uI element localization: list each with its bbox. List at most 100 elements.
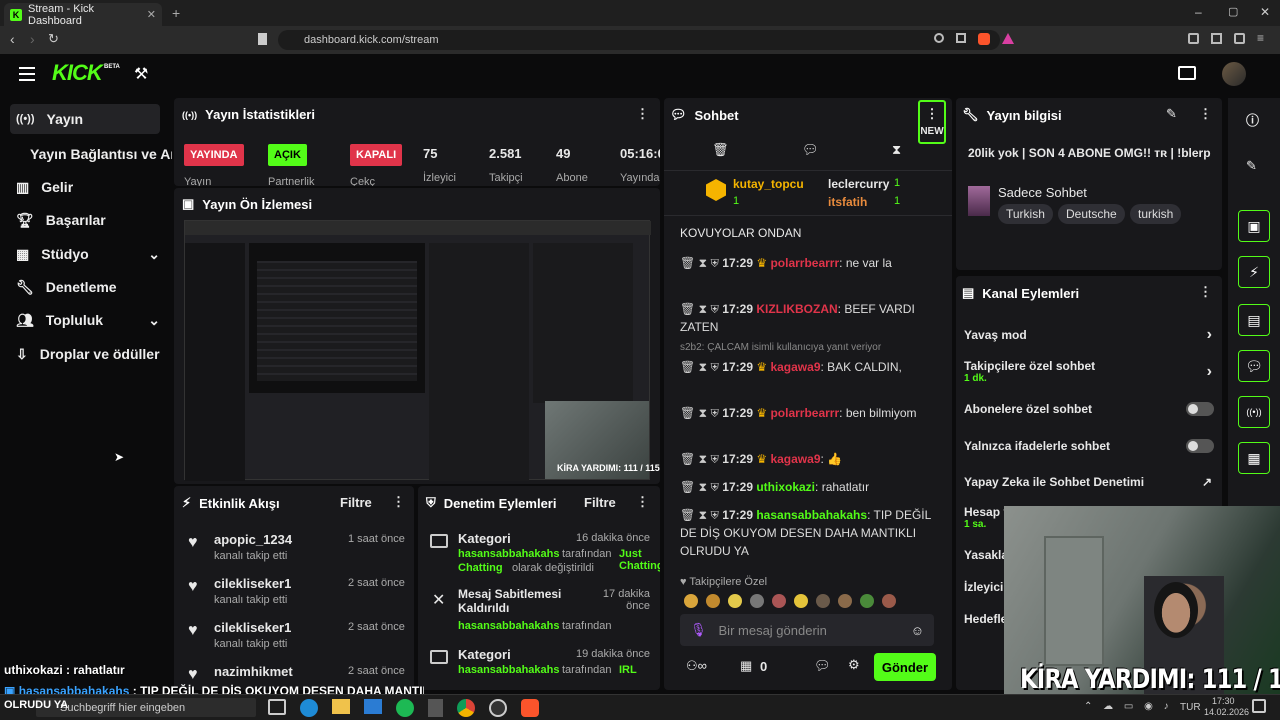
tag[interactable]: Deutsche — [1058, 204, 1125, 224]
more-icon[interactable]: ⋮ — [392, 494, 405, 510]
new-tab-button[interactable]: + — [172, 5, 180, 21]
spotify-icon[interactable] — [396, 699, 414, 717]
avatar[interactable] — [1222, 62, 1246, 86]
sidebar-toggle-icon[interactable] — [1210, 33, 1222, 44]
chat-bubble-icon[interactable]: 💬︎ — [802, 142, 819, 158]
notes-button[interactable]: ▤ — [1238, 304, 1270, 336]
send-button[interactable]: Gönder — [874, 653, 936, 681]
sidebar-item-topluluk[interactable]: 👥︎ Topluluk ⌄ — [10, 305, 160, 335]
language-indicator[interactable]: TUR — [1180, 702, 1201, 713]
tray-icons[interactable]: ⌃ ☁ ▭ ◉ ♪ — [1084, 701, 1173, 712]
clock-time[interactable]: 17:30 — [1212, 696, 1235, 706]
action-ban[interactable]: Yasakla — [964, 548, 1008, 562]
clock-date[interactable]: 14.02.2026 — [1204, 707, 1249, 717]
chat-settings-icon[interactable]: 💬︎ — [814, 658, 831, 674]
kick-logo[interactable]: KICK — [52, 60, 103, 86]
edge-icon[interactable] — [300, 699, 318, 717]
window-close-button[interactable]: ✕ — [1260, 5, 1270, 19]
sidebar-item-droplar[interactable]: ⇩ Droplar ve ödüller — [10, 339, 170, 369]
chat-button[interactable]: 💬︎ — [1238, 350, 1270, 382]
more-icon[interactable]: ⋮ — [636, 494, 649, 510]
task-view-icon[interactable] — [268, 699, 286, 715]
zoom-icon[interactable] — [933, 33, 944, 43]
emoji-icon[interactable]: ☺ — [911, 623, 924, 638]
emote-icon[interactable] — [838, 594, 852, 608]
action-followers-only[interactable]: Takipçilere özel sohbet › 1 dk. — [964, 359, 1214, 384]
gear-icon[interactable]: ⚙ — [848, 657, 860, 673]
calculator-icon[interactable] — [428, 699, 443, 717]
mod-tools-icon[interactable]: 🗑︎ ⧗ ⛨ — [680, 256, 722, 270]
extensions-icon[interactable] — [1187, 33, 1199, 44]
mail-icon[interactable] — [364, 699, 382, 714]
back-icon[interactable]: ‹ — [10, 31, 15, 47]
url-bar[interactable]: dashboard.kick.com/stream — [278, 30, 1000, 50]
microphone-icon[interactable]: 🎙︎ — [690, 622, 707, 638]
window-maximize-button[interactable]: ▢ — [1228, 5, 1238, 18]
hourglass-icon[interactable]: ⧗ — [892, 142, 901, 158]
emote-icon[interactable] — [772, 594, 786, 608]
notification-icon[interactable] — [1252, 699, 1266, 713]
emote-icon[interactable] — [816, 594, 830, 608]
emote-icon[interactable] — [882, 594, 896, 608]
camera-button[interactable]: ▣ — [1238, 210, 1270, 242]
bolt-button[interactable]: ⚡︎ — [1238, 256, 1270, 288]
more-icon[interactable]: ⋮ — [636, 106, 649, 122]
store-icon[interactable]: ▦ — [740, 658, 752, 674]
reload-icon[interactable]: ↻ — [48, 31, 59, 47]
bookmark-icon[interactable] — [258, 33, 267, 45]
brave-icon[interactable] — [521, 699, 539, 717]
obs-icon[interactable] — [489, 699, 507, 717]
sidebar-item-yayin[interactable]: ((•)) Yayın — [10, 104, 160, 134]
edit-icon[interactable]: ✎ — [1166, 106, 1177, 122]
action-emote-only[interactable]: Yalnızca ifadelerle sohbet — [964, 439, 1214, 453]
stream-preview-video[interactable]: KİRA YARDIMI: 111 / 115 — [184, 220, 660, 481]
chat-menu-button[interactable]: ⋮ NEW — [918, 100, 946, 144]
more-icon[interactable]: ⋮ — [1199, 284, 1212, 300]
browser-tab[interactable]: K Stream - Kick Dashboard ✕ — [4, 3, 162, 27]
toggle[interactable] — [1186, 402, 1214, 416]
chat-input[interactable]: 🎙︎ Bir mesaj gönderin ☺ — [680, 614, 934, 646]
action-subs-only[interactable]: Abonelere özel sohbet — [964, 402, 1214, 416]
sidebar-item-denetleme[interactable]: 🔧︎ Denetleme — [10, 272, 160, 302]
explorer-icon[interactable] — [332, 699, 350, 714]
hamburger-menu-icon[interactable] — [19, 67, 35, 81]
emote-icon[interactable] — [750, 594, 764, 608]
feed-filter-button[interactable]: Filtre — [340, 495, 372, 510]
tab-close-icon[interactable]: ✕ — [147, 8, 156, 21]
mod-tools-icon[interactable]: 🗑︎ ⧗ ⛨ — [680, 452, 722, 466]
mod-tools-icon[interactable]: 🗑︎ ⧗ ⛨ — [680, 302, 722, 316]
hammer-icon[interactable]: ⚒ — [134, 64, 148, 84]
trash-icon[interactable]: 🗑︎ — [712, 142, 729, 158]
info-icon[interactable]: ⓘ — [1246, 110, 1259, 129]
emote-icon[interactable] — [706, 594, 720, 608]
chrome-icon[interactable] — [457, 699, 475, 717]
toggle[interactable] — [1186, 439, 1214, 453]
mod-tools-icon[interactable]: 🗑︎ ⧗ ⛨ — [680, 360, 722, 374]
tag[interactable]: Turkish — [998, 204, 1053, 224]
emote-icon[interactable] — [860, 594, 874, 608]
share-icon[interactable] — [955, 33, 966, 43]
sidebar-item-stream-key[interactable]: Yayın Bağlantısı ve Anahtarı — [24, 139, 172, 169]
taskbar-search[interactable]: Suchbegriff hier eingeben — [36, 698, 256, 717]
sidebar-item-basarilar[interactable]: 🏆︎ Başarılar — [10, 205, 160, 235]
action-viewer[interactable]: İzleyici — [964, 580, 1003, 594]
edit-icon[interactable]: ✎ — [1246, 158, 1257, 174]
community-icon[interactable]: ⚇∞ — [686, 658, 707, 674]
action-ai-moderation[interactable]: Yapay Zeka ile Sohbet Denetimi ↗ — [964, 475, 1214, 489]
sidebar-item-studyo[interactable]: ▦ Stüdyo ⌄ — [10, 239, 160, 269]
mod-tools-icon[interactable]: 🗑︎ ⧗ ⛨ — [680, 480, 722, 494]
more-icon[interactable]: ⋮ — [1199, 106, 1212, 122]
window-minimize-button[interactable]: – — [1195, 5, 1202, 19]
wallet-icon[interactable] — [1233, 33, 1245, 44]
forward-icon[interactable]: › — [30, 31, 35, 47]
sidebar-item-gelir[interactable]: ▥ Gelir — [10, 172, 160, 202]
mod-filter-button[interactable]: Filtre — [584, 495, 616, 510]
layout-button[interactable]: ▦ — [1238, 442, 1270, 474]
emote-icon[interactable] — [728, 594, 742, 608]
action-goals[interactable]: Hedefle — [964, 612, 1007, 626]
action-slow-mode[interactable]: Yavaş mod › — [964, 326, 1214, 343]
emote-icon[interactable] — [684, 594, 698, 608]
broadcast-button[interactable]: ((•)) — [1238, 396, 1270, 428]
mod-view-icon[interactable] — [1178, 66, 1196, 80]
brave-shield-icon[interactable] — [977, 33, 990, 45]
